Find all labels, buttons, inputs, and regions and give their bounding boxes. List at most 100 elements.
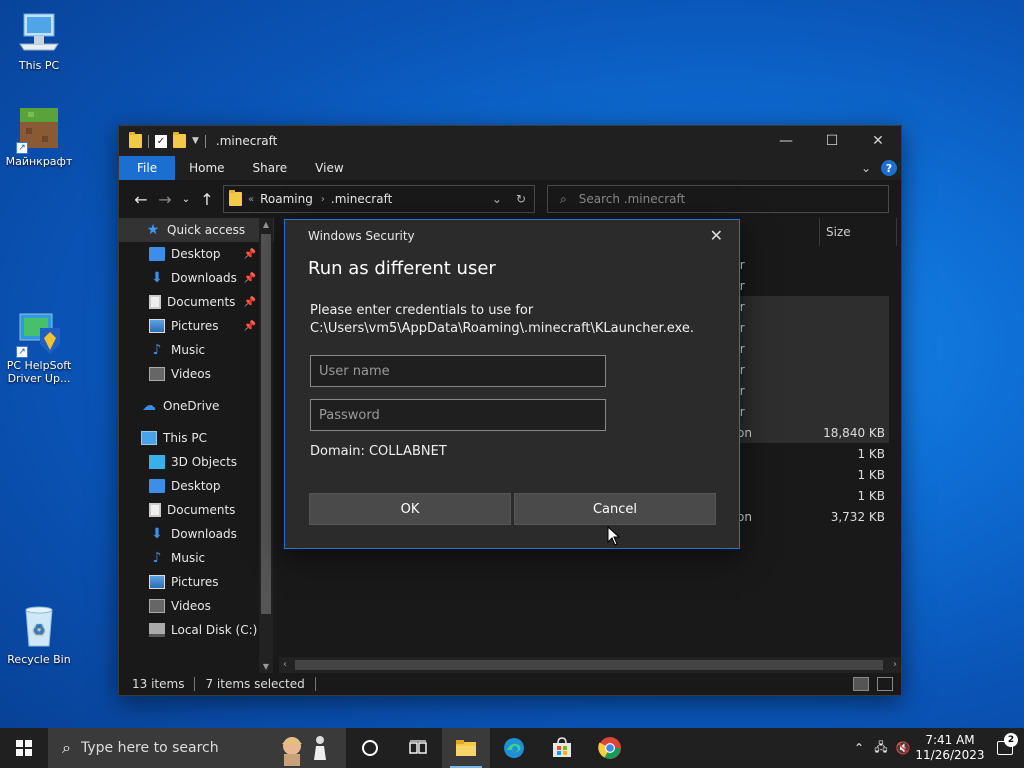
file-row[interactable]: ler: [729, 296, 889, 317]
new-folder-icon[interactable]: [173, 132, 186, 148]
scroll-down-icon[interactable]: ▼: [259, 662, 273, 671]
ok-button[interactable]: OK: [309, 493, 511, 525]
scroll-right-icon[interactable]: ›: [893, 657, 897, 673]
star-icon: ★: [146, 222, 160, 238]
file-row[interactable]: tion 3,732 KB: [729, 506, 889, 527]
scrollbar-thumb[interactable]: [261, 234, 271, 614]
nav-documents[interactable]: Documents: [119, 498, 274, 522]
task-view-icon: [409, 740, 427, 754]
address-bar[interactable]: « Roaming › .minecraft ⌄ ↻: [223, 185, 535, 213]
start-button[interactable]: [0, 728, 48, 768]
nav-music[interactable]: ♪ Music: [119, 546, 274, 570]
desktop-icon-minecraft[interactable]: ↗ Майнкрафт: [1, 106, 77, 168]
recent-locations-icon[interactable]: ⌄: [177, 194, 195, 205]
desktop-icon-this-pc[interactable]: This PC: [1, 10, 77, 72]
search-box[interactable]: ⌕ Search .minecraft: [547, 185, 889, 213]
volume-muted-icon[interactable]: 🔇: [892, 741, 914, 755]
nav-videos[interactable]: Videos: [119, 594, 274, 618]
username-input[interactable]: [310, 355, 606, 387]
shortcut-arrow-icon: ↗: [16, 142, 28, 154]
file-row[interactable]: le1 KB: [729, 464, 889, 485]
download-icon: ⬇: [151, 526, 163, 542]
horizontal-scrollbar[interactable]: ‹ ›: [279, 657, 901, 673]
scroll-up-icon[interactable]: ▲: [259, 220, 273, 229]
action-center-button[interactable]: 2: [986, 733, 1024, 755]
file-row[interactable]: ler: [729, 338, 889, 359]
properties-icon[interactable]: ✓: [155, 134, 167, 148]
taskbar-file-explorer[interactable]: [442, 728, 490, 768]
title-bar[interactable]: ✓ ▼ .minecraft — ☐ ✕: [119, 126, 901, 156]
clock[interactable]: 7:41 AM 11/26/2023: [914, 733, 986, 763]
nav-onedrive[interactable]: ☁ OneDrive: [119, 394, 274, 418]
nav-desktop-pinned[interactable]: Desktop 📌: [119, 242, 274, 266]
close-icon[interactable]: ✕: [710, 226, 723, 245]
chevron-down-icon[interactable]: ▼: [192, 136, 199, 146]
nav-music-quick[interactable]: ♪ Music: [119, 338, 274, 362]
taskbar-store[interactable]: [538, 728, 586, 768]
nav-3d-objects[interactable]: 3D Objects: [119, 450, 274, 474]
search-icon: ⌕: [62, 738, 71, 757]
refresh-icon[interactable]: ↻: [516, 192, 526, 206]
file-row[interactable]: ler: [729, 254, 889, 275]
file-row[interactable]: e1 KB: [729, 485, 889, 506]
minimize-button[interactable]: —: [763, 126, 809, 156]
nav-downloads[interactable]: ⬇ Downloads: [119, 522, 274, 546]
taskbar-edge[interactable]: [490, 728, 538, 768]
close-button[interactable]: ✕: [855, 126, 901, 156]
chevron-right-icon[interactable]: ›: [321, 194, 325, 205]
maximize-button[interactable]: ☐: [809, 126, 855, 156]
scrollbar-thumb[interactable]: [295, 660, 883, 670]
details-view-icon[interactable]: [853, 677, 869, 691]
file-row[interactable]: ler: [729, 380, 889, 401]
status-bar: 13 items 7 items selected: [119, 673, 901, 695]
desktop-icon-pc-helpsoft[interactable]: ↗ PC HelpSoft Driver Up...: [1, 310, 77, 385]
video-icon: [149, 599, 165, 613]
help-icon[interactable]: ?: [881, 160, 897, 176]
address-overflow[interactable]: «: [248, 194, 254, 205]
tab-file[interactable]: File: [119, 156, 176, 180]
taskbar-search-placeholder: Type here to search: [80, 740, 219, 756]
tab-view[interactable]: View: [301, 156, 357, 180]
expand-ribbon-icon[interactable]: ⌄: [861, 161, 871, 175]
nav-videos-quick[interactable]: Videos: [119, 362, 274, 386]
file-row[interactable]: tion 18,840 KB: [729, 422, 889, 443]
run-as-dialog[interactable]: Windows Security ✕ Run as different user…: [284, 219, 740, 549]
column-size[interactable]: Size: [819, 218, 897, 246]
breadcrumb-roaming[interactable]: Roaming: [260, 192, 313, 206]
breadcrumb-minecraft[interactable]: .minecraft: [331, 192, 392, 206]
large-icons-view-icon[interactable]: [877, 677, 893, 691]
download-icon: ⬇: [151, 270, 163, 286]
desktop-icon-recycle-bin[interactable]: ♻ Recycle Bin: [1, 604, 77, 666]
nav-downloads-pinned[interactable]: ⬇ Downloads 📌: [119, 266, 274, 290]
nav-documents-pinned[interactable]: Documents 📌: [119, 290, 274, 314]
file-row[interactable]: ler: [729, 359, 889, 380]
nav-local-disk[interactable]: Local Disk (C:): [119, 618, 274, 642]
nav-desktop[interactable]: Desktop: [119, 474, 274, 498]
scroll-left-icon[interactable]: ‹: [283, 657, 287, 673]
password-input[interactable]: [310, 399, 606, 431]
cancel-button[interactable]: Cancel: [514, 493, 716, 525]
up-arrow-icon[interactable]: ↑: [195, 190, 219, 209]
task-view-cortana-button[interactable]: [346, 728, 394, 768]
taskbar-search[interactable]: ⌕ Type here to search: [48, 728, 346, 768]
nav-pictures-pinned[interactable]: Pictures 📌: [119, 314, 274, 338]
file-row[interactable]: ler: [729, 275, 889, 296]
nav-this-pc[interactable]: This PC: [119, 426, 274, 450]
chevron-up-icon[interactable]: ⌃: [848, 741, 870, 755]
address-dropdown-icon[interactable]: ⌄: [492, 192, 502, 206]
task-view-button[interactable]: [394, 728, 442, 768]
nav-label: Desktop: [171, 247, 221, 261]
tab-home[interactable]: Home: [175, 156, 238, 180]
nav-pictures[interactable]: Pictures: [119, 570, 274, 594]
network-icon[interactable]: 🖧: [870, 738, 892, 759]
nav-quick-access[interactable]: ★ Quick access: [119, 218, 274, 242]
tab-share[interactable]: Share: [239, 156, 302, 180]
back-arrow-icon[interactable]: ←: [129, 190, 153, 209]
computer-icon: [16, 10, 62, 56]
taskbar-chrome[interactable]: [586, 728, 634, 768]
forward-arrow-icon[interactable]: →: [153, 190, 177, 209]
nav-scrollbar[interactable]: ▲ ▼: [259, 218, 273, 673]
file-row[interactable]: le1 KB: [729, 443, 889, 464]
file-row[interactable]: ler: [729, 401, 889, 422]
file-row[interactable]: ler: [729, 317, 889, 338]
